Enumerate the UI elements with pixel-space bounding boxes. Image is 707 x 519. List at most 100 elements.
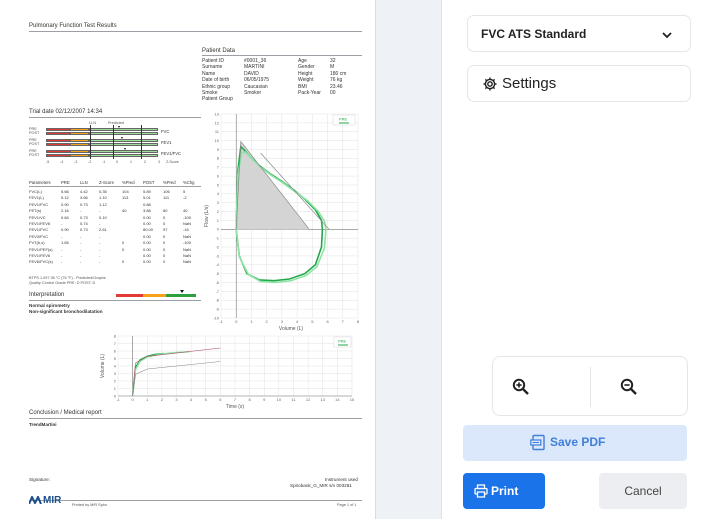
save-pdf-label: Save PDF (550, 435, 606, 449)
table-cell: - (80, 208, 82, 214)
table-cell: 3.66 (80, 195, 88, 201)
table-cell: 0.74 (80, 221, 88, 226)
table-cell: 0.00 (143, 253, 151, 258)
table-cell: 0.88 (143, 201, 151, 207)
printer-icon (474, 484, 488, 498)
table-cell: 0.10 (99, 214, 107, 220)
zscore-reference-line (113, 125, 114, 159)
interpretation-line-2: Non-significant bronchodilatation (29, 309, 103, 314)
table-cell: 104 (122, 189, 129, 194)
y-tick-label: -1 (215, 236, 219, 241)
printed-by: Printed by MIR Spiro (72, 503, 108, 507)
table-header-cell: PRE (61, 180, 70, 185)
x-tick-label: 6 (326, 319, 329, 324)
table-cell: 1.12 (99, 201, 107, 207)
footer-rule (29, 500, 362, 501)
zoom-out-button[interactable] (591, 357, 688, 417)
table-cell: FEV1/FEV6 (29, 253, 51, 258)
cancel-button[interactable]: Cancel (599, 473, 687, 509)
x-tick-label: 4 (190, 397, 193, 402)
y-axis-label: Flow (L/s) (204, 205, 210, 227)
table-header-cell: LLN (80, 180, 88, 185)
zscore-scale-label: Z-Score (166, 160, 179, 164)
patient-field-value: 06/05/1975 (244, 77, 270, 84)
patient-field-value: MARTINI (244, 64, 265, 71)
table-header-cell: POST (143, 180, 155, 185)
table-cell: 0 (122, 240, 125, 246)
zscore-bar-segment (88, 154, 158, 157)
preview-scroll-area[interactable] (376, 0, 441, 519)
bar-row-name: FVC (161, 129, 170, 134)
x-tick-label: 2 (161, 397, 164, 402)
table-cell: 0 (163, 240, 166, 246)
zscore-tick: 1 (130, 160, 132, 164)
standard-select[interactable]: FVC ATS Standard (467, 15, 691, 52)
zscore-tick: 0 (116, 160, 118, 164)
x-tick-label: 5 (311, 319, 314, 324)
trial-rule (29, 117, 201, 118)
save-pdf-button[interactable]: Save PDF (463, 425, 687, 461)
zoom-in-button[interactable] (493, 357, 590, 417)
zscore-tick: 2 (144, 160, 146, 164)
title-rule (29, 31, 362, 32)
y-tick-label: -5 (215, 271, 219, 276)
table-cell: NaN (183, 221, 192, 226)
interpretation-bar-red (116, 294, 144, 297)
patient-field-label: Patient ID (202, 58, 224, 64)
print-button[interactable]: Print (463, 473, 545, 509)
x-tick-label: 6 (219, 397, 222, 402)
settings-button[interactable]: Settings (467, 65, 691, 102)
y-tick-label: 8 (114, 333, 117, 338)
table-cell: - (80, 259, 82, 265)
bar-header-predicted: Predicted (108, 121, 125, 125)
table-header-cell: %Chg (183, 180, 195, 185)
table-cell: 5.12 (61, 195, 69, 201)
table-cell: - (99, 253, 101, 258)
zoom-out-icon (620, 378, 637, 395)
patient-field-value: Caucasian (244, 83, 268, 90)
x-tick-label: -1 (219, 319, 223, 324)
bar-row-name: FEV1 (161, 140, 172, 145)
zscore-bar-segment (46, 154, 70, 157)
patient-field-label: Date of birth (202, 77, 230, 84)
table-cell: 2.61 (99, 227, 107, 233)
zscore-bar-segment (88, 150, 158, 153)
table-cell: 0 (163, 221, 166, 226)
x-tick-label: 10 (277, 397, 282, 402)
instrument-value: Spirobank_G_MIR s/n 003281 (290, 483, 352, 488)
table-cell: 1.65 (61, 240, 69, 246)
y-tick-label: -8 (215, 298, 219, 303)
zscore-tick: -1 (102, 160, 106, 164)
chevron-down-icon (662, 32, 672, 39)
patient-data-rule (202, 55, 362, 56)
interpretation-marker (180, 290, 184, 293)
y-tick-label: 1 (217, 218, 220, 223)
table-cell: - (99, 240, 101, 246)
table-note-quality: Quality Control Grade PRE: D POST: D (29, 281, 96, 285)
zscore-tick: -3 (74, 160, 78, 164)
zscore-bar-segment (46, 143, 70, 146)
table-cell: 0.00 (143, 214, 151, 220)
table-cell: FEV1/FVC (29, 227, 49, 233)
table-cell: 4.42 (80, 189, 88, 194)
y-tick-label: 12 (215, 120, 220, 125)
table-cell: FVT(b,s) (29, 240, 45, 246)
patient-field-value: Smoker (244, 90, 262, 96)
table-cell: 0 (163, 246, 166, 252)
interpretation-bar-orange (143, 294, 167, 297)
zscore-bar-segment (46, 132, 70, 135)
x-tick-label: 14 (335, 397, 340, 402)
x-tick-label: 15 (350, 397, 355, 402)
table-cell: 5.89 (143, 189, 151, 194)
patient-field-label: Weight (298, 77, 314, 84)
zscore-bar-segment (69, 143, 89, 146)
x-tick-label: 1 (250, 319, 253, 324)
y-tick-label: 6 (217, 173, 220, 178)
table-cell: - (99, 259, 101, 265)
conclusion-text: TrendMartini (29, 422, 57, 427)
interpretation-heading: Interpretation (29, 292, 65, 298)
zoom-controls (492, 356, 688, 416)
table-cell: 113 (122, 195, 129, 201)
zscore-tick: 3 (158, 160, 160, 164)
interpretation-line-1: Normal spirometry (29, 303, 70, 308)
